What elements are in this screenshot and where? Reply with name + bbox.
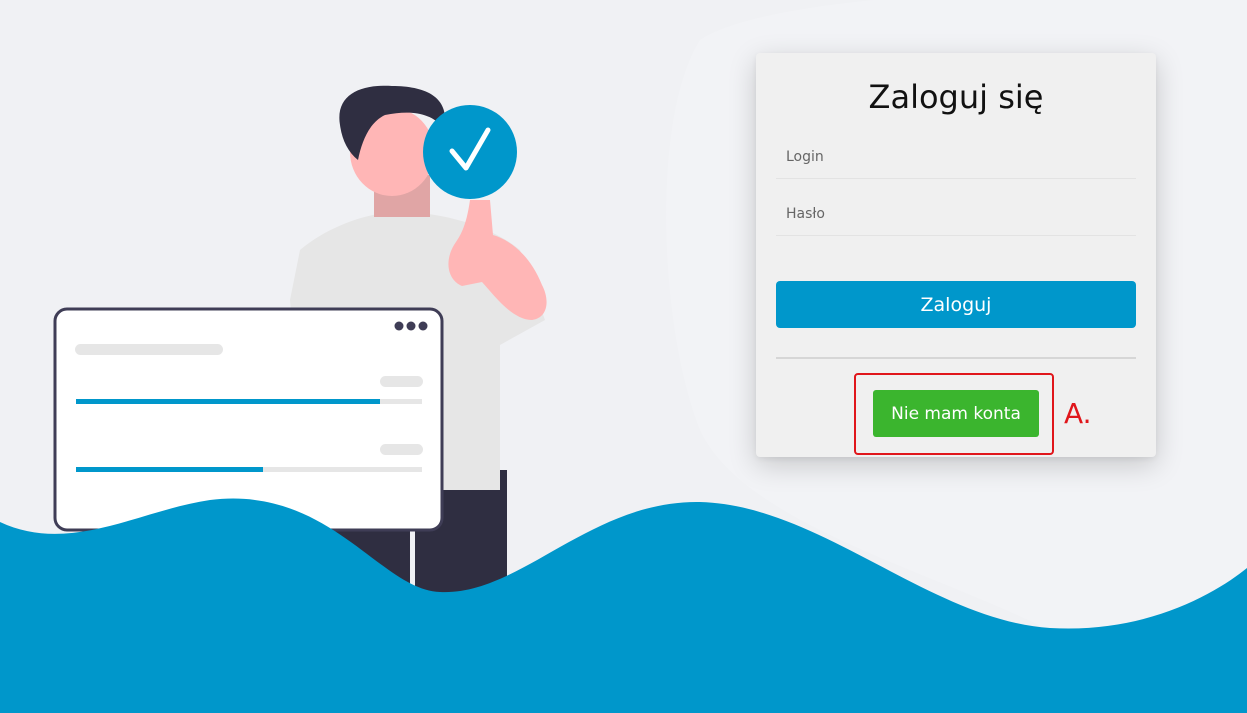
dots-menu-icon xyxy=(394,321,404,331)
mockup-pill-2 xyxy=(380,444,423,455)
divider xyxy=(776,357,1136,359)
annotation-highlight-box xyxy=(854,373,1054,455)
progress-fill-2 xyxy=(76,467,263,472)
dots-menu-icon-3 xyxy=(418,321,428,331)
password-input[interactable] xyxy=(776,192,1136,236)
annotation-label: A. xyxy=(1064,397,1092,430)
browser-frame xyxy=(53,307,444,532)
mockup-pill-1 xyxy=(380,376,423,387)
checkmark-badge-icon xyxy=(423,105,517,199)
login-page: Zaloguj się Zaloguj Nie mam konta A. xyxy=(0,0,1247,713)
mockup-title-bar xyxy=(75,344,223,355)
login-input[interactable] xyxy=(776,135,1136,179)
login-title: Zaloguj się xyxy=(868,78,1044,116)
dots-menu-icon-2 xyxy=(406,321,416,331)
login-button[interactable]: Zaloguj xyxy=(776,281,1136,328)
browser-mockup xyxy=(53,307,444,532)
progress-fill-1 xyxy=(76,399,380,404)
